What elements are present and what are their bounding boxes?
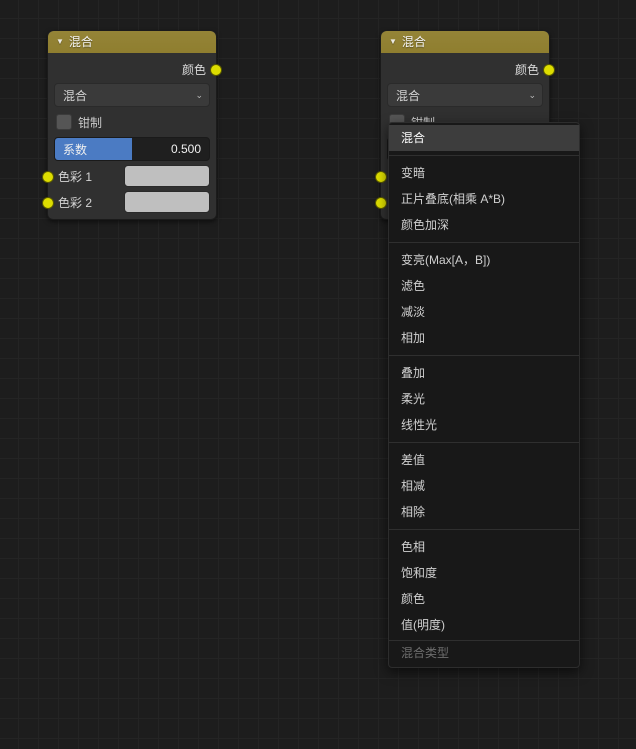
- output-socket-color[interactable]: [210, 64, 222, 76]
- menu-footer: 混合类型: [389, 640, 579, 665]
- menu-separator: [389, 155, 579, 156]
- menu-item[interactable]: 饱和度: [389, 560, 579, 586]
- output-label: 颜色: [515, 61, 539, 78]
- output-socket-row: 颜色: [54, 59, 210, 79]
- menu-item[interactable]: 相除: [389, 499, 579, 525]
- clamp-row[interactable]: 钳制: [54, 111, 210, 133]
- menu-item[interactable]: 相加: [389, 325, 579, 351]
- input-socket-color2[interactable]: [42, 197, 54, 209]
- menu-item[interactable]: 色相: [389, 534, 579, 560]
- chevron-down-icon: ⌄: [195, 90, 203, 101]
- menu-item[interactable]: 滤色: [389, 273, 579, 299]
- collapse-icon[interactable]: ▼: [56, 31, 64, 53]
- collapse-icon[interactable]: ▼: [389, 31, 397, 53]
- input-socket-color2[interactable]: [375, 197, 387, 209]
- clamp-checkbox[interactable]: [56, 114, 72, 130]
- factor-value: 0.500: [171, 142, 201, 156]
- menu-separator: [389, 355, 579, 356]
- input-socket-color1[interactable]: [42, 171, 54, 183]
- menu-item[interactable]: 减淡: [389, 299, 579, 325]
- factor-label: 系数: [63, 141, 87, 158]
- output-socket-color[interactable]: [543, 64, 555, 76]
- clamp-label: 钳制: [78, 114, 102, 131]
- blend-mode-menu[interactable]: 混合变暗正片叠底(相乘 A*B)颜色加深变亮(Max[A，B])滤色减淡相加叠加…: [388, 122, 580, 668]
- menu-item[interactable]: 相减: [389, 473, 579, 499]
- menu-separator: [389, 242, 579, 243]
- color1-row[interactable]: 色彩 1: [54, 165, 210, 187]
- color2-swatch[interactable]: [124, 191, 210, 213]
- menu-item[interactable]: 变亮(Max[A，B]): [389, 247, 579, 273]
- input-socket-color1[interactable]: [375, 171, 387, 183]
- mix-node-a[interactable]: ▼ 混合 颜色 混合 ⌄ 钳制 系数 0.500 色彩 1: [47, 30, 217, 220]
- chevron-down-icon: ⌄: [528, 90, 536, 101]
- color1-swatch[interactable]: [124, 165, 210, 187]
- node-header[interactable]: ▼ 混合: [48, 31, 216, 53]
- factor-slider[interactable]: 系数 0.500: [54, 137, 210, 161]
- menu-item[interactable]: 线性光: [389, 412, 579, 438]
- output-socket-row: 颜色: [387, 59, 543, 79]
- node-header[interactable]: ▼ 混合: [381, 31, 549, 53]
- color2-row[interactable]: 色彩 2: [54, 191, 210, 213]
- menu-item[interactable]: 颜色加深: [389, 212, 579, 238]
- menu-separator: [389, 529, 579, 530]
- blend-mode-select[interactable]: 混合 ⌄: [387, 83, 543, 107]
- output-label: 颜色: [182, 61, 206, 78]
- blend-mode-select[interactable]: 混合 ⌄: [54, 83, 210, 107]
- menu-item[interactable]: 正片叠底(相乘 A*B): [389, 186, 579, 212]
- menu-item[interactable]: 变暗: [389, 160, 579, 186]
- menu-item[interactable]: 柔光: [389, 386, 579, 412]
- blend-mode-value: 混合: [396, 87, 420, 104]
- color2-label: 色彩 2: [54, 194, 118, 211]
- menu-item[interactable]: 差值: [389, 447, 579, 473]
- menu-item[interactable]: 叠加: [389, 360, 579, 386]
- color1-label: 色彩 1: [54, 168, 118, 185]
- menu-item[interactable]: 值(明度): [389, 612, 579, 638]
- node-title: 混合: [69, 31, 93, 53]
- menu-item[interactable]: 颜色: [389, 586, 579, 612]
- node-title: 混合: [402, 31, 426, 53]
- menu-separator: [389, 442, 579, 443]
- menu-item[interactable]: 混合: [389, 125, 579, 151]
- blend-mode-value: 混合: [63, 87, 87, 104]
